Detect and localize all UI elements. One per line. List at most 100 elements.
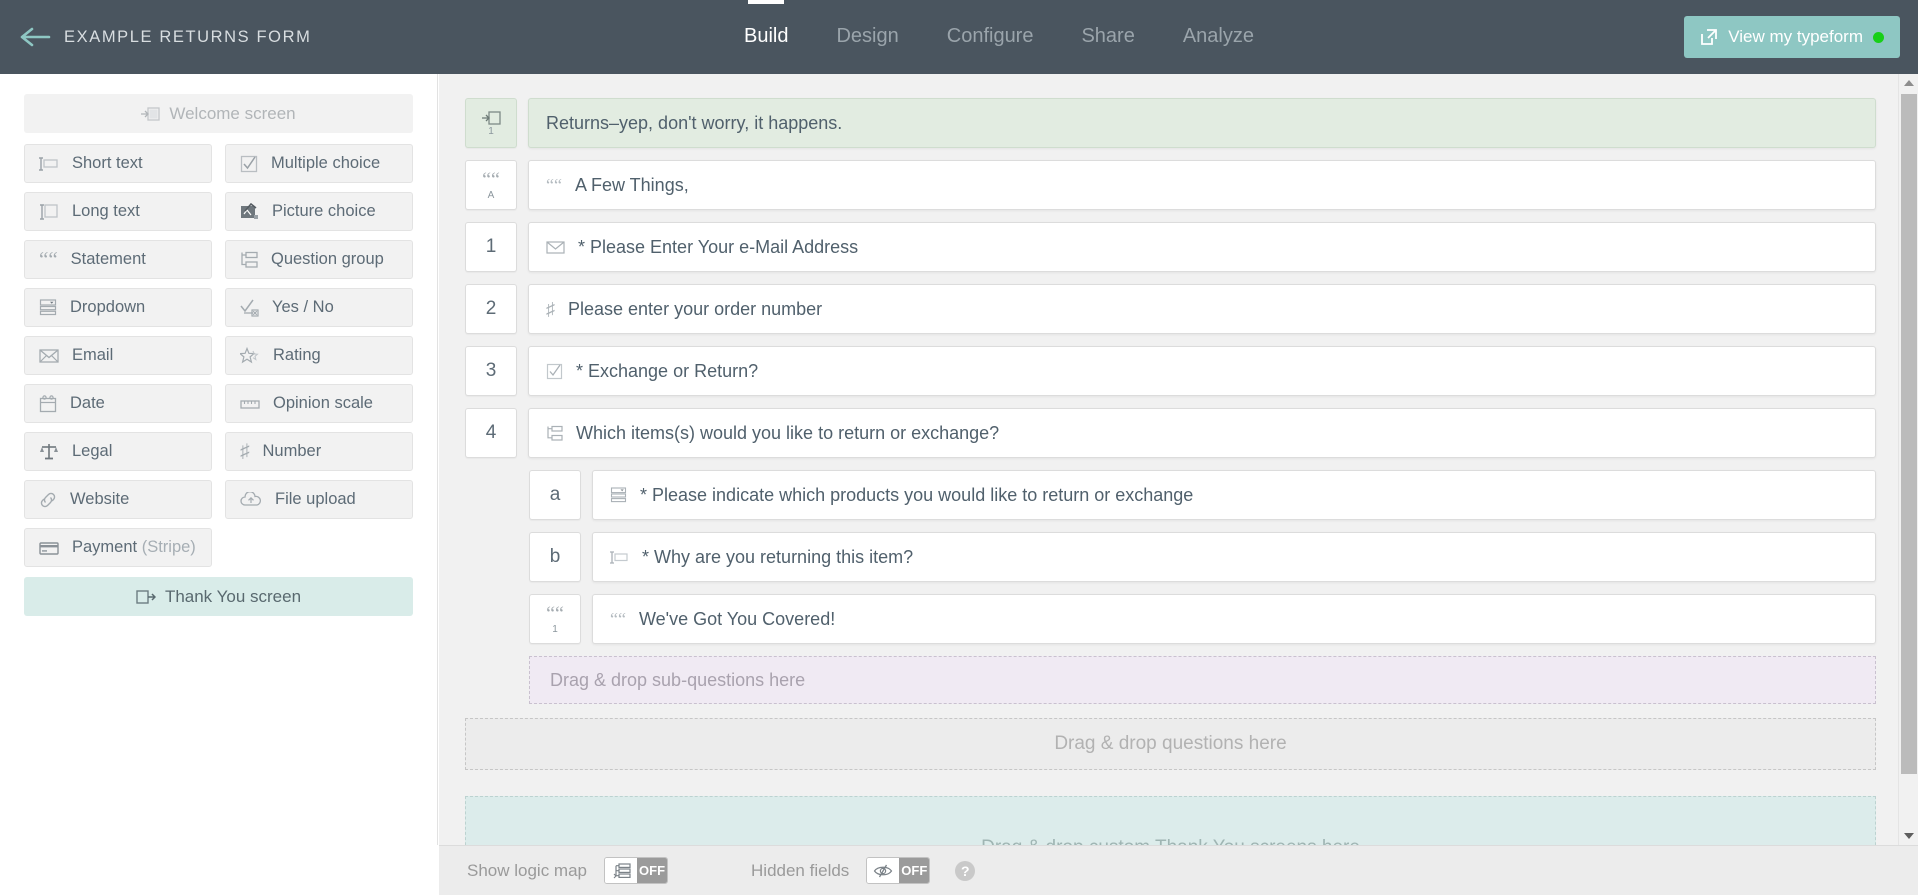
question-group-icon xyxy=(240,251,258,269)
sidebar-thankyou-label: Thank You screen xyxy=(165,587,301,607)
sidebar-field-label: Legal xyxy=(72,442,112,461)
external-link-icon xyxy=(1700,28,1718,46)
row-badge[interactable]: a xyxy=(529,470,581,520)
statement-quote-icon: ““ xyxy=(610,610,626,628)
sidebar-field-label: Statement xyxy=(71,250,146,269)
row-card[interactable]: * Please Enter Your e-Mail Address xyxy=(528,222,1876,272)
sidebar-welcome-label: Welcome screen xyxy=(169,104,295,124)
back-arrow-icon[interactable] xyxy=(18,25,52,49)
sidebar-field-label: Dropdown xyxy=(70,298,145,317)
show-logic-map-state: OFF xyxy=(637,858,667,883)
canvas-row-q2[interactable]: 2 ♯ Please enter your order number xyxy=(439,284,1918,334)
yes-no-icon xyxy=(240,299,259,317)
welcome-screen-icon xyxy=(482,110,501,126)
sidebar-field-label: Long text xyxy=(72,202,140,221)
row-badge[interactable]: 1 xyxy=(465,98,517,148)
dropdown-icon xyxy=(39,299,57,317)
sidebar-item-statement[interactable]: ““ Statement xyxy=(24,240,212,279)
canvas-row-q4[interactable]: 4 Which items(s) would you like to retur… xyxy=(439,408,1918,458)
show-logic-map-toggle[interactable]: OFF xyxy=(604,857,668,884)
row-badge[interactable]: 4 xyxy=(465,408,517,458)
question-group-icon xyxy=(546,425,563,442)
tab-design[interactable]: Design xyxy=(812,0,922,46)
sidebar-item-opinion-scale[interactable]: Opinion scale xyxy=(225,384,413,423)
opinion-scale-icon xyxy=(240,397,260,411)
sidebar-item-legal[interactable]: Legal xyxy=(24,432,212,471)
sidebar-item-welcome-screen[interactable]: Welcome screen xyxy=(24,94,413,133)
sidebar-item-email[interactable]: Email xyxy=(24,336,212,375)
hash-icon: ♯ xyxy=(240,442,250,461)
dropzone-questions[interactable]: Drag & drop questions here xyxy=(465,718,1876,770)
sidebar-item-dropdown[interactable]: Dropdown xyxy=(24,288,212,327)
sidebar-item-payment-stripe[interactable]: Payment (Stripe) xyxy=(24,528,212,567)
row-badge[interactable]: 3 xyxy=(465,346,517,396)
canvas-row-q1[interactable]: 1 * Please Enter Your e-Mail Address xyxy=(439,222,1918,272)
statement-quote-icon: ““ xyxy=(39,249,58,270)
row-title: Returns–yep, don't worry, it happens. xyxy=(546,113,842,134)
sidebar-item-multiple-choice[interactable]: Multiple choice xyxy=(225,144,413,183)
row-card[interactable]: ♯ Please enter your order number xyxy=(528,284,1876,334)
row-badge[interactable]: ““ 1 xyxy=(529,594,581,644)
tab-build[interactable]: Build xyxy=(720,0,812,46)
row-card[interactable]: * Please indicate which products you wou… xyxy=(592,470,1876,520)
hidden-fields-label: Hidden fields xyxy=(751,861,849,881)
scroll-down-arrow-icon[interactable] xyxy=(1899,827,1918,845)
multiple-choice-icon xyxy=(240,155,258,173)
canvas-row-welcome[interactable]: 1 Returns–yep, don't worry, it happens. xyxy=(439,98,1918,148)
tab-analyze[interactable]: Analyze xyxy=(1159,0,1278,46)
sidebar-item-date[interactable]: Date xyxy=(24,384,212,423)
row-badge[interactable]: b xyxy=(529,532,581,582)
sidebar-field-label: Date xyxy=(70,394,105,413)
canvas-row-sub-statement[interactable]: ““ 1 ““ We've Got You Covered! xyxy=(439,594,1918,644)
row-title: Which items(s) would you like to return … xyxy=(576,423,999,444)
dropzone-thankyou-screens[interactable]: Drag & drop custom Thank You screens her… xyxy=(465,796,1876,845)
dropzone-subquestions[interactable]: Drag & drop sub-questions here xyxy=(529,656,1876,704)
row-badge[interactable]: ““ A xyxy=(465,160,517,210)
row-badge[interactable]: 2 xyxy=(465,284,517,334)
help-icon[interactable]: ? xyxy=(955,861,975,881)
sidebar-item-picture-choice[interactable]: Picture choice xyxy=(225,192,413,231)
canvas-row-q3[interactable]: 3 * Exchange or Return? xyxy=(439,346,1918,396)
calendar-icon xyxy=(39,395,57,413)
logic-map-icon xyxy=(605,858,637,883)
envelope-icon xyxy=(546,240,565,255)
dropzone-thankyou-label: Drag & drop custom Thank You screens her… xyxy=(981,837,1360,845)
sidebar-item-thank-you-screen[interactable]: Thank You screen xyxy=(24,577,413,616)
tab-configure[interactable]: Configure xyxy=(923,0,1058,46)
sidebar-item-website[interactable]: Website xyxy=(24,480,212,519)
row-card[interactable]: ““ We've Got You Covered! xyxy=(592,594,1876,644)
hidden-fields-toggle[interactable]: OFF xyxy=(866,857,930,884)
sidebar-item-long-text[interactable]: Long text xyxy=(24,192,212,231)
row-title: A Few Things, xyxy=(575,175,689,196)
canvas-scrollbar[interactable] xyxy=(1898,74,1918,845)
scrollbar-thumb[interactable] xyxy=(1901,94,1917,774)
scroll-up-arrow-icon[interactable] xyxy=(1899,74,1918,92)
sidebar-field-label: Picture choice xyxy=(272,202,376,221)
sidebar-field-label: File upload xyxy=(275,490,356,509)
row-badge-sub: 1 xyxy=(488,127,494,137)
sidebar-item-rating[interactable]: Rating xyxy=(225,336,413,375)
row-card[interactable]: * Why are you returning this item? xyxy=(592,532,1876,582)
row-card[interactable]: * Exchange or Return? xyxy=(528,346,1876,396)
row-badge[interactable]: 1 xyxy=(465,222,517,272)
cloud-upload-icon xyxy=(240,492,262,508)
sidebar-field-label: Payment (Stripe) xyxy=(72,538,196,557)
canvas-row-sub-a[interactable]: a * Please indicate which products you w… xyxy=(439,470,1918,520)
canvas-row-statement-a[interactable]: ““ A ““ A Few Things, xyxy=(439,160,1918,210)
row-title: Please enter your order number xyxy=(568,299,822,320)
row-card[interactable]: Returns–yep, don't worry, it happens. xyxy=(528,98,1876,148)
row-card[interactable]: Which items(s) would you like to return … xyxy=(528,408,1876,458)
row-title: * Why are you returning this item? xyxy=(642,547,913,568)
view-my-typeform-button[interactable]: View my typeform xyxy=(1684,16,1900,58)
canvas-row-sub-b[interactable]: b * Why are you returning this item? xyxy=(439,532,1918,582)
sidebar-item-question-group[interactable]: Question group xyxy=(225,240,413,279)
statement-quote-icon: ““ xyxy=(546,176,562,194)
sidebar-item-yes-no[interactable]: Yes / No xyxy=(225,288,413,327)
tab-share[interactable]: Share xyxy=(1057,0,1158,46)
sidebar-item-file-upload[interactable]: File upload xyxy=(225,480,413,519)
row-card[interactable]: ““ A Few Things, xyxy=(528,160,1876,210)
sidebar-item-short-text[interactable]: Short text xyxy=(24,144,212,183)
sidebar-item-number[interactable]: ♯ Number xyxy=(225,432,413,471)
eye-hidden-icon xyxy=(867,858,899,883)
form-canvas: 1 Returns–yep, don't worry, it happens. … xyxy=(439,74,1918,845)
